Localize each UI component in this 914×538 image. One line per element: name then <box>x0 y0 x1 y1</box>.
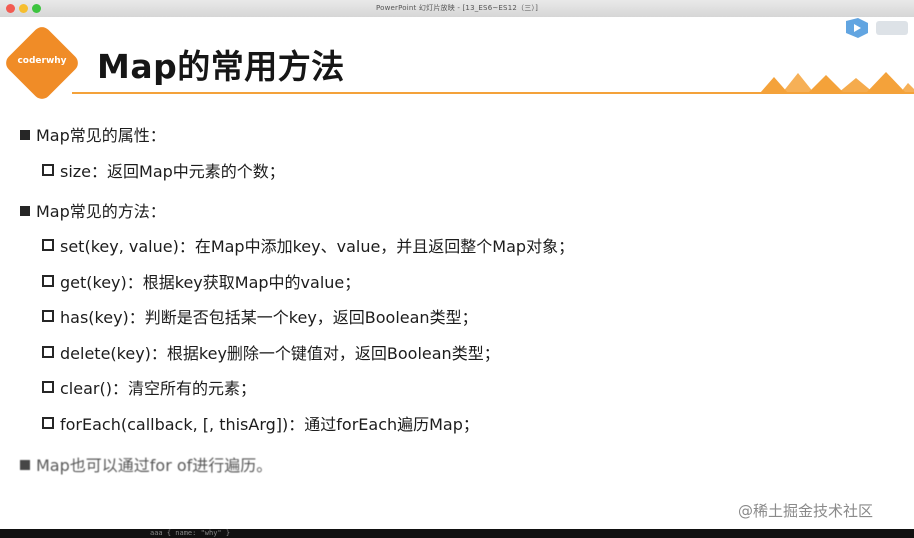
hollow-square-bullet-icon <box>42 417 54 429</box>
bullet-get: get(key)：根据key获取Map中的value； <box>42 269 360 293</box>
bullet-map-properties: Map常见的属性： <box>20 122 166 146</box>
square-bullet-icon <box>20 460 30 470</box>
code-snippet: aaa { name: "why" } <box>150 529 231 537</box>
window-titlebar: PowerPoint 幻灯片放映 - [13_ES6~ES12（三）] <box>0 0 914 18</box>
square-bullet-icon <box>20 130 30 140</box>
bullet-text: set(key, value)：在Map中添加key、value，并且返回整个M… <box>60 237 575 256</box>
square-bullet-icon <box>20 206 30 216</box>
hollow-square-bullet-icon <box>42 381 54 393</box>
window-title: PowerPoint 幻灯片放映 - [13_ES6~ES12（三）] <box>375 4 539 12</box>
bullet-map-methods: Map常见的方法： <box>20 198 166 222</box>
bullet-text: delete(key)：根据key删除一个键值对，返回Boolean类型； <box>60 344 500 363</box>
bullet-text: Map也可以通过for of进行遍历。 <box>36 456 273 475</box>
bullet-text: has(key)：判断是否包括某一个key，返回Boolean类型； <box>60 308 478 327</box>
bullet-size: size：返回Map中元素的个数； <box>42 158 285 182</box>
code-editor-strip: aaa { name: "why" } <box>0 529 914 538</box>
powerpoint-slideshow-window: PowerPoint 幻灯片放映 - [13_ES6~ES12（三）] code… <box>0 0 914 538</box>
bullet-has: has(key)：判断是否包括某一个key，返回Boolean类型； <box>42 304 478 328</box>
bullet-delete: delete(key)：根据key删除一个键值对，返回Boolean类型； <box>42 340 500 364</box>
hollow-square-bullet-icon <box>42 164 54 176</box>
bullet-foreach: forEach(callback, [, thisArg])：通过forEach… <box>42 411 479 435</box>
hollow-square-bullet-icon <box>42 275 54 287</box>
bullet-text: Map常见的属性： <box>36 126 166 145</box>
bullet-for-of: Map也可以通过for of进行遍历。 <box>20 452 272 476</box>
bullet-text: clear()：清空所有的元素； <box>60 379 256 398</box>
bullet-set: set(key, value)：在Map中添加key、value，并且返回整个M… <box>42 233 574 257</box>
bullet-clear: clear()：清空所有的元素； <box>42 375 256 399</box>
slide-canvas[interactable]: coderwhy Map的常用方法 Map常见的属性： size：返回Map中元… <box>0 17 914 529</box>
bullet-text: forEach(callback, [, thisArg])：通过forEach… <box>60 415 479 434</box>
bullet-text: get(key)：根据key获取Map中的value； <box>60 273 361 292</box>
bullet-text: size：返回Map中元素的个数； <box>60 162 285 181</box>
bullet-text: Map常见的方法： <box>36 202 166 221</box>
hollow-square-bullet-icon <box>42 310 54 322</box>
juejin-watermark: @稀土掘金技术社区 <box>738 502 874 520</box>
hollow-square-bullet-icon <box>42 346 54 358</box>
hollow-square-bullet-icon <box>42 239 54 251</box>
slide-content: Map常见的属性： size：返回Map中元素的个数； Map常见的方法： se… <box>0 17 914 529</box>
